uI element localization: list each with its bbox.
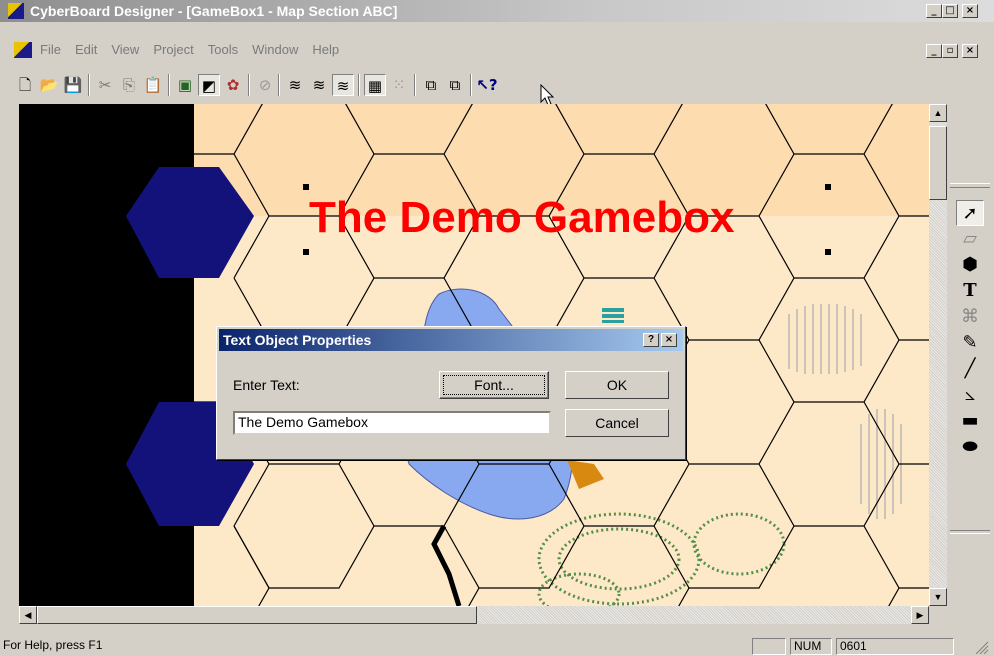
minimize-button[interactable]: _ bbox=[926, 4, 942, 18]
scroll-up-button[interactable]: ▲ bbox=[929, 104, 947, 122]
cancel-button[interactable]: Cancel bbox=[565, 409, 669, 437]
dialog-title: Text Object Properties bbox=[223, 332, 372, 348]
map-title-text[interactable]: The Demo Gamebox bbox=[309, 192, 734, 244]
paste-icon[interactable]: 📋 bbox=[142, 74, 164, 96]
select-arrow-icon[interactable]: ➚ bbox=[956, 200, 984, 226]
new-icon[interactable]: 🗋 bbox=[14, 74, 36, 96]
dialog-title-bar[interactable]: Text Object Properties bbox=[219, 329, 683, 351]
board-icon[interactable]: ▣ bbox=[174, 74, 196, 96]
ellipse-icon[interactable]: ⬬ bbox=[956, 434, 984, 460]
status-bar: For Help, press F1 NUM 0601 bbox=[0, 636, 994, 656]
send-back-icon[interactable]: ⧉ bbox=[444, 74, 466, 96]
copy-icon[interactable]: ⎘ bbox=[118, 74, 140, 96]
save-icon[interactable]: 💾 bbox=[62, 74, 84, 96]
horizontal-scroll-thumb[interactable] bbox=[37, 606, 477, 624]
tool-palette: ➚ ▱ ⬢ T ⌘ ✎ ╱ ⦣ ▬ ⬬ bbox=[952, 186, 990, 516]
grid-icon[interactable]: ▦ bbox=[364, 74, 386, 96]
menu-items: File Edit View Project Tools Window Help bbox=[40, 42, 339, 57]
line-icon[interactable]: ╱ bbox=[956, 356, 984, 382]
tile-icon[interactable]: ◩ bbox=[198, 74, 220, 96]
menu-project[interactable]: Project bbox=[153, 42, 193, 57]
scroll-left-button[interactable]: ◀ bbox=[19, 606, 37, 624]
vertical-scroll-thumb[interactable] bbox=[929, 126, 947, 200]
menu-file[interactable]: File bbox=[40, 42, 61, 57]
maximize-button[interactable]: □ bbox=[942, 4, 958, 18]
eyedropper-icon[interactable]: ✎ bbox=[956, 330, 984, 356]
cut-icon[interactable]: ✂ bbox=[94, 74, 116, 96]
polyline-icon[interactable]: ⦣ bbox=[956, 382, 984, 408]
vertical-scrollbar[interactable]: ▲ ▼ bbox=[929, 104, 947, 606]
snap-grid-icon[interactable]: ⁙ bbox=[388, 74, 410, 96]
text-object-properties-dialog: Text Object Properties ? × Enter Text: F… bbox=[216, 326, 686, 460]
scroll-down-button[interactable]: ▼ bbox=[929, 588, 947, 606]
menu-view[interactable]: View bbox=[111, 42, 139, 57]
disabled-tool-icon[interactable]: ⊘ bbox=[254, 74, 276, 96]
color-palette-icon[interactable]: ✿ bbox=[222, 74, 244, 96]
bring-front-icon[interactable]: ⧉ bbox=[420, 74, 442, 96]
status-coords-panel: 0601 bbox=[836, 638, 954, 655]
layer1-icon[interactable]: ≋ bbox=[284, 74, 306, 96]
color-fill-icon[interactable]: ⌘ bbox=[956, 304, 984, 330]
open-icon[interactable]: 📂 bbox=[38, 74, 60, 96]
scroll-right-button[interactable]: ▶ bbox=[911, 606, 929, 624]
font-button[interactable]: Font... bbox=[439, 371, 549, 399]
text-input-field[interactable]: The Demo Gamebox bbox=[233, 411, 551, 435]
menu-edit[interactable]: Edit bbox=[75, 42, 97, 57]
horizontal-scrollbar[interactable]: ◀ ▶ bbox=[19, 606, 929, 624]
unit-icon bbox=[602, 308, 624, 323]
doc-minimize-button[interactable]: _ bbox=[926, 44, 942, 58]
menu-tools[interactable]: Tools bbox=[208, 42, 238, 57]
title-bar[interactable]: CyberBoard Designer - [GameBox1 - Map Se… bbox=[0, 0, 994, 22]
close-button[interactable]: × bbox=[962, 4, 978, 18]
fill-shape-icon[interactable]: ⬢ bbox=[956, 252, 984, 278]
window-title: CyberBoard Designer - [GameBox1 - Map Se… bbox=[30, 3, 398, 19]
rectangle-icon[interactable]: ▬ bbox=[956, 408, 984, 434]
layer2-icon[interactable]: ≋ bbox=[308, 74, 330, 96]
status-caps-panel bbox=[752, 638, 786, 655]
enter-text-label: Enter Text: bbox=[233, 377, 300, 393]
menu-window[interactable]: Window bbox=[252, 42, 298, 57]
dialog-close-button[interactable]: × bbox=[661, 333, 677, 347]
menu-help[interactable]: Help bbox=[312, 42, 339, 57]
document-icon[interactable] bbox=[14, 42, 32, 58]
toolbar: 🗋 📂 💾 ✂ ⎘ 📋 ▣ ◩ ✿ ⊘ ≋ ≋ ≋ ▦ ⁙ ⧉ ⧉ ↖? bbox=[14, 70, 994, 100]
app-icon[interactable] bbox=[8, 3, 24, 19]
doc-restore-button[interactable]: ▫ bbox=[942, 44, 958, 58]
doc-close-button[interactable]: × bbox=[962, 44, 978, 58]
context-help-icon[interactable]: ↖? bbox=[476, 74, 498, 96]
text-tool-icon[interactable]: T bbox=[956, 278, 984, 304]
status-help-text: For Help, press F1 bbox=[3, 638, 103, 652]
ok-button[interactable]: OK bbox=[565, 371, 669, 399]
size-grip-icon[interactable] bbox=[974, 640, 990, 654]
status-num-panel: NUM bbox=[790, 638, 832, 655]
layer3-icon[interactable]: ≋ bbox=[332, 74, 354, 96]
dialog-help-button[interactable]: ? bbox=[643, 333, 659, 347]
eraser-icon[interactable]: ▱ bbox=[956, 226, 984, 252]
